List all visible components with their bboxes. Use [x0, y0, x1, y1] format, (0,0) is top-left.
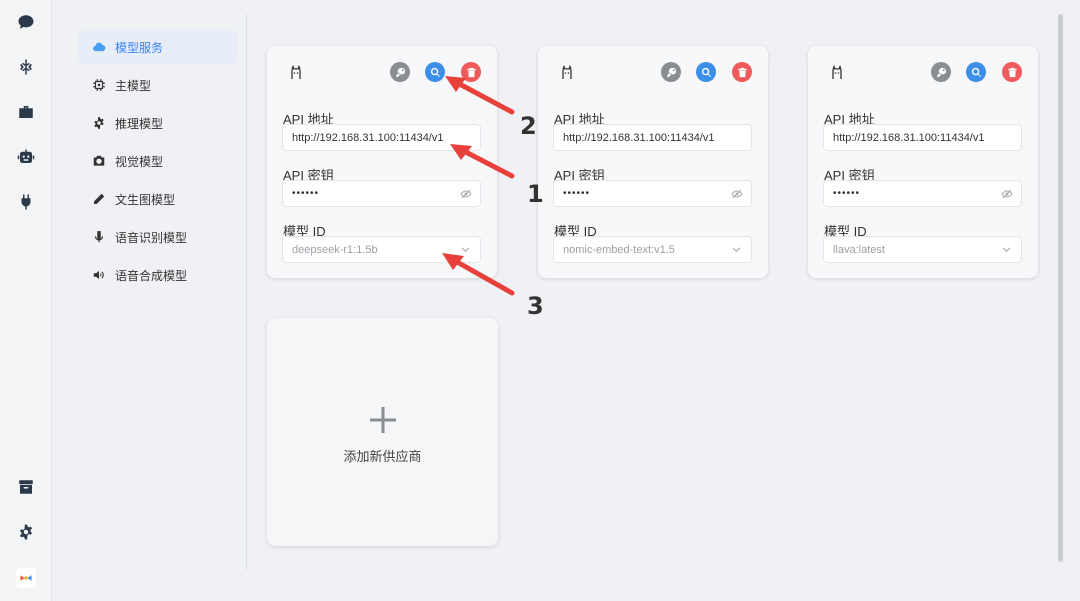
delete-button[interactable] — [461, 62, 481, 82]
add-provider-card[interactable]: 添加新供应商 — [267, 318, 498, 546]
search-button[interactable] — [966, 62, 986, 82]
provider-card: API 地址 http://192.168.31.100:11434/v1 AP… — [538, 46, 768, 278]
app-logo-icon[interactable] — [16, 568, 36, 588]
ollama-logo-icon — [558, 63, 576, 81]
menu-item-vision-model[interactable]: 视觉模型 — [78, 144, 238, 178]
menu-item-label: 语音识别模型 — [115, 230, 188, 245]
add-provider-label: 添加新供应商 — [343, 449, 422, 464]
menu-item-model-service[interactable]: 模型服务 — [78, 30, 238, 64]
panel-divider — [246, 14, 247, 570]
model-id-select[interactable]: nomic-embed-text:v1.5 — [553, 236, 752, 263]
model-id-select[interactable]: llava:latest — [823, 236, 1022, 263]
eye-slash-icon[interactable] — [731, 188, 743, 200]
key-icon — [666, 67, 676, 77]
camera-icon — [91, 153, 107, 169]
api-url-input[interactable]: http://192.168.31.100:11434/v1 — [823, 124, 1022, 151]
menu-item-reasoning-model[interactable]: 推理模型 — [78, 106, 238, 140]
search-icon — [971, 67, 981, 77]
settings-menu: 模型服务 主模型 推理模型 视觉模型 文生图模型 语音识别模型 语音合成模型 — [78, 30, 238, 296]
model-id-value: llava:latest — [833, 243, 885, 256]
trash-icon — [1007, 67, 1017, 77]
delete-button[interactable] — [1002, 62, 1022, 82]
ollama-logo-icon — [828, 63, 846, 81]
toolbox-icon[interactable] — [14, 100, 38, 124]
provider-card: API 地址 http://192.168.31.100:11434/v1 AP… — [808, 46, 1038, 278]
microphone-icon — [91, 229, 107, 245]
icon-rail — [0, 0, 52, 601]
plug-icon[interactable] — [14, 190, 38, 214]
menu-item-label: 模型服务 — [115, 40, 164, 55]
api-key-input[interactable]: •••••• — [282, 180, 481, 207]
search-icon — [701, 67, 711, 77]
robot-icon[interactable] — [14, 145, 38, 169]
cloud-icon — [91, 39, 107, 55]
scrollbar[interactable] — [1058, 14, 1063, 562]
search-icon — [430, 67, 440, 77]
key-button[interactable] — [390, 62, 410, 82]
annotation-number: 1 — [527, 180, 544, 208]
menu-item-main-model[interactable]: 主模型 — [78, 68, 238, 102]
menu-item-text-to-image-model[interactable]: 文生图模型 — [78, 182, 238, 216]
eye-slash-icon[interactable] — [460, 188, 472, 200]
menu-item-speech-recognition-model[interactable]: 语音识别模型 — [78, 220, 238, 254]
model-id-select[interactable]: deepseek-r1:1.5b — [282, 236, 481, 263]
menu-item-label: 文生图模型 — [115, 192, 176, 207]
delete-button[interactable] — [732, 62, 752, 82]
api-key-input[interactable]: •••••• — [823, 180, 1022, 207]
search-button[interactable] — [425, 62, 445, 82]
model-id-value: nomic-embed-text:v1.5 — [563, 243, 675, 256]
api-url-input[interactable]: http://192.168.31.100:11434/v1 — [282, 124, 481, 151]
menu-item-speech-synthesis-model[interactable]: 语音合成模型 — [78, 258, 238, 292]
eye-slash-icon[interactable] — [1001, 188, 1013, 200]
api-key-value: •••••• — [292, 188, 320, 199]
trash-icon — [466, 67, 476, 77]
gear-icon[interactable] — [14, 520, 38, 544]
ollama-logo-icon — [287, 63, 305, 81]
key-icon — [936, 67, 946, 77]
chevron-down-icon — [1002, 247, 1011, 253]
key-icon — [395, 67, 405, 77]
archive-icon[interactable] — [14, 475, 38, 499]
key-button[interactable] — [661, 62, 681, 82]
snowflake-icon[interactable] — [14, 55, 38, 79]
search-button[interactable] — [696, 62, 716, 82]
chat-icon[interactable] — [14, 10, 38, 34]
pencil-icon — [91, 191, 107, 207]
chip-icon — [91, 77, 107, 93]
plus-icon — [370, 407, 396, 433]
trash-icon — [737, 67, 747, 77]
key-button[interactable] — [931, 62, 951, 82]
model-id-value: deepseek-r1:1.5b — [292, 243, 378, 256]
api-url-input[interactable]: http://192.168.31.100:11434/v1 — [553, 124, 752, 151]
annotation-number: 3 — [527, 292, 544, 320]
chevron-down-icon — [461, 247, 470, 253]
chevron-down-icon — [732, 247, 741, 253]
api-key-value: •••••• — [833, 188, 861, 199]
menu-item-label: 推理模型 — [115, 116, 164, 131]
api-key-input[interactable]: •••••• — [553, 180, 752, 207]
menu-item-label: 视觉模型 — [115, 154, 164, 169]
api-key-value: •••••• — [563, 188, 591, 199]
annotation-number: 2 — [520, 112, 537, 140]
menu-item-label: 主模型 — [115, 78, 152, 93]
cog-icon — [91, 115, 107, 131]
speaker-icon — [91, 267, 107, 283]
provider-card: API 地址 http://192.168.31.100:11434/v1 AP… — [267, 46, 497, 278]
menu-item-label: 语音合成模型 — [115, 268, 188, 283]
